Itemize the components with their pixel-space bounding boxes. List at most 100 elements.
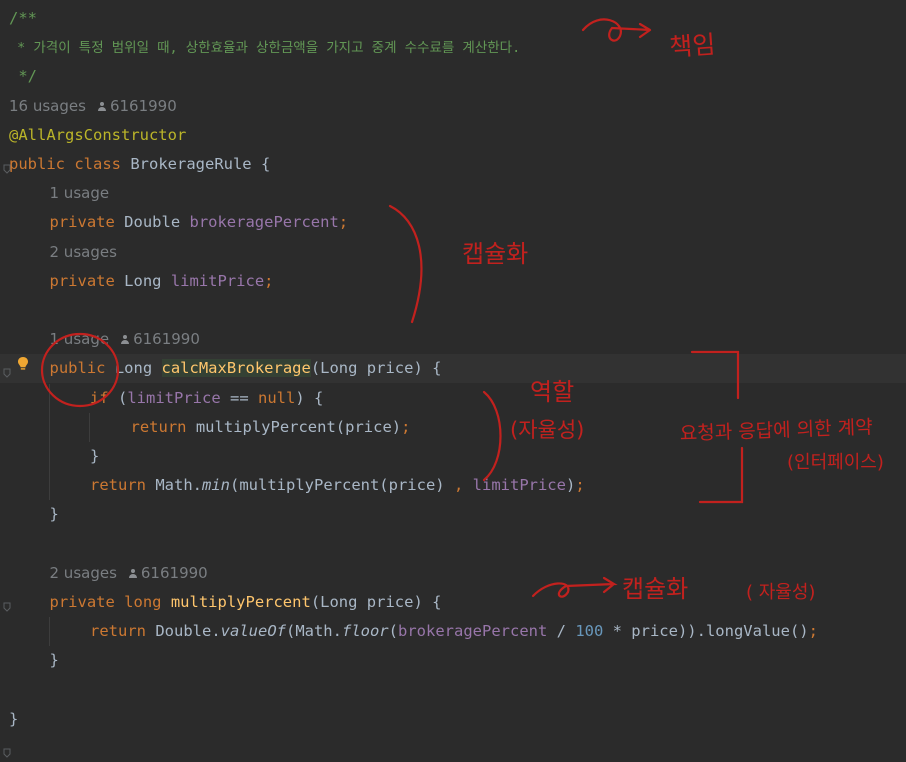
- person-icon: [128, 568, 137, 579]
- fold-marker-icon[interactable]: [3, 363, 11, 382]
- usages-hint[interactable]: 2 usages: [50, 564, 117, 582]
- code-token: ;: [575, 476, 585, 495]
- code-token: ;: [401, 417, 411, 436]
- code-token: @AllArgsConstructor: [9, 125, 187, 144]
- fold-marker-icon[interactable]: [3, 159, 11, 178]
- indent-guide: [89, 412, 90, 442]
- usages-hint[interactable]: 2 usages: [50, 243, 117, 261]
- code-token: private: [49, 271, 125, 290]
- code-token: null: [258, 388, 296, 407]
- code-token: private: [49, 213, 125, 232]
- code-editor[interactable]: /** * 가격이 특정 범위일 때, 상한효율과 상한금액을 가지고 중계 수…: [0, 0, 906, 758]
- inlay-hint-line[interactable]: 2 usages: [0, 238, 906, 267]
- code-line[interactable]: private Double brokeragePercent;: [0, 208, 906, 237]
- comment-line[interactable]: * 가격이 특정 범위일 때, 상한효율과 상한금액을 가지고 중계 수수료를 …: [0, 33, 906, 62]
- inlay-hint-line[interactable]: 1 usage: [0, 179, 906, 208]
- code-line[interactable]: @AllArgsConstructor: [0, 121, 906, 150]
- author-name: 6161990: [133, 330, 200, 349]
- inlay-hint-line[interactable]: 16 usages 6161990: [0, 92, 906, 121]
- code-line[interactable]: public Long calcMaxBrokerage(Long price)…: [0, 354, 906, 384]
- code-token: ): [565, 476, 576, 495]
- comment-line[interactable]: /**: [0, 4, 906, 33]
- code-token: * price)).longValue(): [603, 622, 809, 641]
- code-line[interactable]: [0, 530, 906, 559]
- code-line[interactable]: [0, 676, 906, 705]
- code-token: multiplyPercent(price): [195, 417, 402, 436]
- doc-comment: */: [9, 67, 37, 86]
- code-line[interactable]: }: [0, 705, 906, 734]
- code-token: (Long price) {: [310, 593, 442, 611]
- code-token: return: [130, 417, 196, 436]
- code-token: BrokerageRule {: [130, 155, 271, 173]
- code-line[interactable]: return multiplyPercent(price);: [0, 413, 906, 442]
- usages-hint[interactable]: 1 usage: [50, 330, 110, 348]
- code-token: }: [90, 447, 100, 465]
- code-token: ,: [453, 476, 464, 495]
- author-name: 6161990: [109, 96, 177, 115]
- indent-guide: [48, 617, 50, 647]
- code-token: valueOf: [220, 622, 286, 641]
- code-line[interactable]: }: [0, 500, 906, 529]
- comment-line[interactable]: */: [0, 62, 906, 91]
- code-line[interactable]: return Double.valueOf(Math.floor(brokera…: [0, 617, 906, 646]
- code-token: brokeragePercent: [189, 213, 339, 232]
- person-icon: [97, 101, 106, 112]
- code-token: floor: [341, 622, 389, 641]
- author-hint[interactable]: 6161990: [97, 96, 177, 115]
- code-line[interactable]: }: [0, 442, 906, 471]
- inlay-hint-line[interactable]: 2 usages 6161990: [0, 559, 906, 588]
- code-token: Long: [124, 271, 171, 290]
- code-line[interactable]: [0, 296, 906, 325]
- code-token: if: [90, 388, 118, 407]
- code-token: multiplyPercent: [170, 593, 311, 611]
- code-token: Math.: [155, 476, 202, 495]
- code-token: ;: [808, 622, 818, 641]
- code-token: min: [202, 476, 230, 495]
- code-line[interactable]: return Math.min(multiplyPercent(price) ,…: [0, 471, 906, 500]
- code-token: Double.: [155, 622, 221, 641]
- author-name: 6161990: [140, 563, 208, 582]
- doc-comment: /**: [9, 9, 37, 27]
- code-token: ;: [264, 271, 274, 290]
- code-token: /: [547, 622, 576, 641]
- fold-marker-icon[interactable]: [3, 597, 11, 616]
- usages-hint[interactable]: 16 usages: [9, 97, 86, 115]
- code-token: return: [90, 476, 156, 495]
- intention-bulb-icon[interactable]: [17, 356, 29, 376]
- code-token: }: [49, 651, 59, 670]
- code-line[interactable]: public class BrokerageRule {: [0, 150, 906, 179]
- code-token: private long: [49, 593, 171, 611]
- code-token: (Math.: [285, 622, 342, 641]
- author-hint[interactable]: 6161990: [121, 330, 200, 348]
- indent-guide: [48, 383, 50, 501]
- inlay-hint-line[interactable]: 1 usage 6161990: [0, 325, 906, 354]
- code-token: limitPrice: [127, 388, 221, 407]
- code-token: (Long price) {: [310, 359, 442, 378]
- usages-hint[interactable]: 1 usage: [50, 184, 110, 202]
- code-token: (multiplyPercent(price): [230, 476, 454, 495]
- author-hint[interactable]: 6161990: [128, 563, 208, 582]
- code-token: limitPrice: [472, 476, 566, 495]
- code-token: public class: [9, 155, 131, 173]
- code-token: limitPrice: [170, 271, 265, 290]
- code-token: (: [118, 388, 128, 407]
- code-token: calcMaxBrokerage: [161, 359, 311, 378]
- code-token: (: [388, 622, 398, 641]
- code-line[interactable]: if (limitPrice == null) {: [0, 384, 906, 413]
- code-token: public: [49, 359, 115, 378]
- code-token: brokeragePercent: [398, 622, 548, 641]
- code-token: ==: [220, 388, 258, 407]
- fold-marker-icon[interactable]: [3, 743, 11, 762]
- code-token: ;: [338, 213, 349, 232]
- code-token: }: [49, 505, 59, 524]
- code-token: }: [9, 709, 19, 728]
- code-token: return: [90, 622, 156, 641]
- code-token: Long: [114, 359, 162, 378]
- code-line[interactable]: private Long limitPrice;: [0, 267, 906, 296]
- code-token: ) {: [295, 388, 324, 407]
- code-line[interactable]: }: [0, 646, 906, 675]
- code-line[interactable]: private long multiplyPercent(Long price)…: [0, 588, 906, 617]
- code-token: 100: [575, 622, 604, 641]
- code-token: Double: [124, 213, 190, 232]
